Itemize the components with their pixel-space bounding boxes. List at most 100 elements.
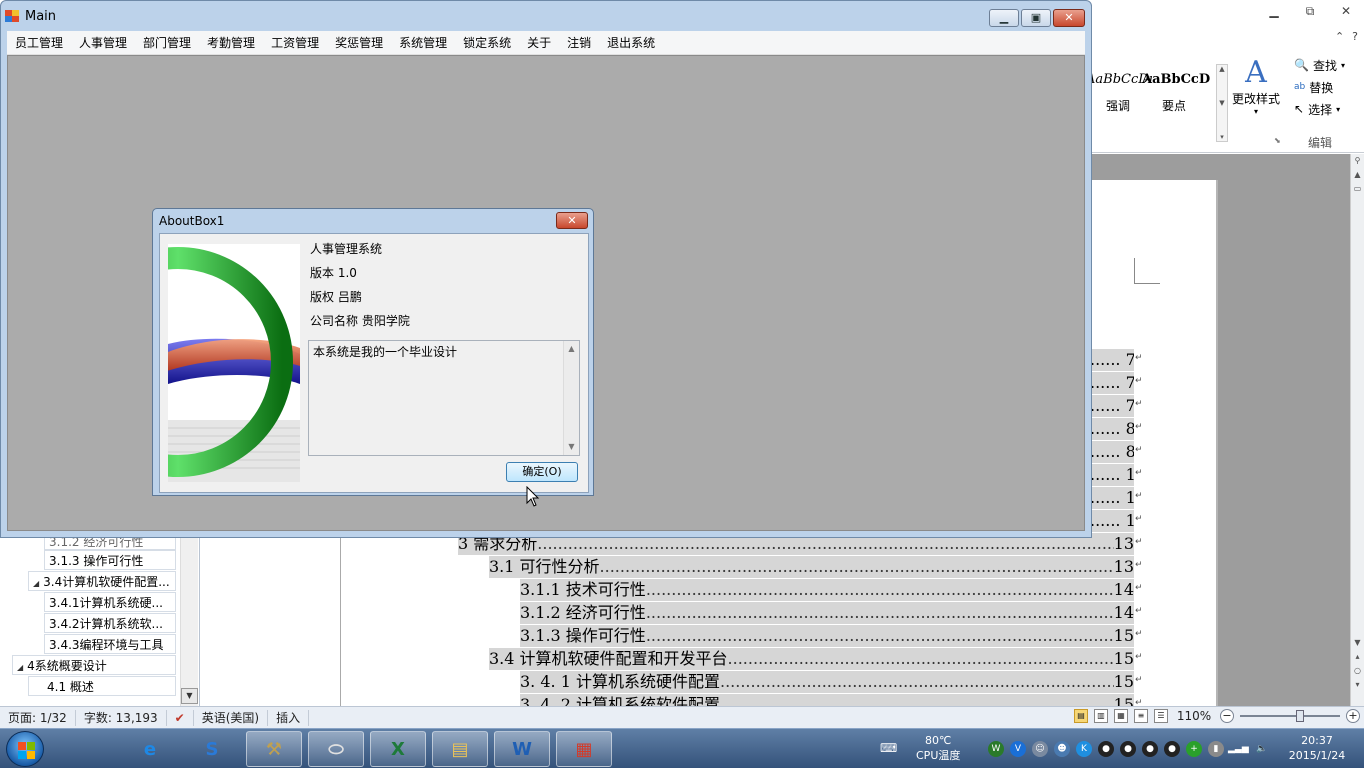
start-button[interactable] bbox=[6, 731, 44, 767]
nav-item[interactable]: 3.4.3编程环境与工具 bbox=[44, 634, 176, 654]
nav-item[interactable]: ◢ 3.4计算机软硬件配置... bbox=[28, 571, 176, 591]
proofing-icon[interactable]: ✔ bbox=[167, 709, 194, 726]
zoom-thumb[interactable] bbox=[1296, 710, 1304, 722]
toc-entry[interactable]: 3.4 计算机软硬件配置和开发平台.......................… bbox=[489, 648, 1134, 670]
toc-entry-partial[interactable]: ...... 8 bbox=[1090, 441, 1134, 463]
scroll-down-icon[interactable]: ▼ bbox=[564, 439, 579, 455]
vertical-scrollbar[interactable]: ⚲ ▲ ▭ ▼ ▴ ○ ▾ bbox=[1350, 154, 1364, 706]
close-button[interactable]: ✕ bbox=[556, 212, 588, 229]
toc-entry-partial[interactable]: ...... 7 bbox=[1090, 395, 1134, 417]
menu-logout[interactable]: 注销 bbox=[559, 31, 599, 55]
qq-icon[interactable]: ● bbox=[1098, 741, 1114, 757]
toc-entry[interactable]: 3. 4. 2 计算机系统软件配置.......................… bbox=[520, 694, 1134, 706]
minimize-button[interactable]: ▁ bbox=[1256, 0, 1292, 22]
description-textbox[interactable]: 本系统是我的一个毕业设计 ▲ ▼ bbox=[308, 340, 580, 456]
nav-scrollbar[interactable]: ▼ bbox=[180, 538, 198, 706]
toc-entry-partial[interactable]: ...... 12 bbox=[1090, 487, 1134, 509]
minimize-button[interactable]: ▁ bbox=[989, 9, 1019, 27]
qq-icon[interactable]: ● bbox=[1120, 741, 1136, 757]
cpu-temperature[interactable]: 80℃ CPU温度 bbox=[916, 733, 960, 763]
print-layout-icon[interactable]: ▤ bbox=[1074, 709, 1088, 723]
collapse-triangle-icon[interactable]: ◢ bbox=[17, 663, 23, 672]
scroll-up-icon[interactable]: ▲ bbox=[1351, 168, 1364, 182]
nav-item[interactable]: 3.4.2计算机系统软... bbox=[44, 613, 176, 633]
scroll-up-icon[interactable]: ▲ bbox=[564, 341, 579, 357]
dialog-launcher-icon[interactable]: ⬊ bbox=[1274, 136, 1281, 145]
about-titlebar[interactable]: AboutBox1 ✕ bbox=[153, 209, 593, 233]
menu-system[interactable]: 系统管理 bbox=[391, 31, 455, 55]
zoom-level[interactable]: 110% bbox=[1174, 709, 1214, 723]
capsule-icon[interactable]: ⬭ bbox=[308, 731, 364, 767]
toc-entry[interactable]: 3.1 可行性分析...............................… bbox=[489, 556, 1134, 578]
main-titlebar[interactable]: Main ▁ ▣ ✕ bbox=[1, 1, 1091, 31]
menu-about[interactable]: 关于 bbox=[519, 31, 559, 55]
toc-entry[interactable]: 3. 4. 1 计算机系统硬件配置.......................… bbox=[520, 671, 1134, 693]
style-strong[interactable]: AaBbCcD 要点 bbox=[1142, 66, 1210, 142]
nav-item[interactable]: 4.1 概述 bbox=[28, 676, 176, 696]
qq-icon[interactable]: ● bbox=[1164, 741, 1180, 757]
toc-entry-partial[interactable]: ...... 12 bbox=[1090, 464, 1134, 486]
ribbon-collapse-icon[interactable]: ⌃ bbox=[1335, 30, 1344, 43]
explorer-icon[interactable]: ▤ bbox=[432, 731, 488, 767]
qq-icon[interactable]: ● bbox=[1142, 741, 1158, 757]
restore-button[interactable]: ⧉ bbox=[1292, 0, 1328, 22]
tools-icon[interactable]: ⚒ bbox=[246, 731, 302, 767]
toc-entry[interactable]: 3.1.2 经济可行性.............................… bbox=[520, 602, 1134, 624]
chevron-up-icon[interactable]: ▲ bbox=[1219, 65, 1224, 73]
clock[interactable]: 20:37 2015/1/24 bbox=[1282, 733, 1352, 763]
draft-icon[interactable]: ☰ bbox=[1154, 709, 1168, 723]
style-emphasis[interactable]: AaBbCcDı 强调 bbox=[1086, 66, 1153, 142]
k-icon[interactable]: K bbox=[1076, 741, 1092, 757]
close-button[interactable]: ✕ bbox=[1328, 0, 1364, 22]
nav-item[interactable]: 3.1.3 操作可行性 bbox=[44, 550, 176, 570]
security-icon[interactable]: + bbox=[1186, 741, 1202, 757]
ie-icon[interactable]: e bbox=[122, 731, 178, 767]
toc-entry[interactable]: 3.1.3 操作可行性.............................… bbox=[520, 625, 1134, 647]
menu-personnel[interactable]: 人事管理 bbox=[71, 31, 135, 55]
app-icon[interactable]: ▦ bbox=[556, 731, 612, 767]
nav-item[interactable]: ◢ 4系统概要设计 bbox=[12, 655, 176, 675]
volume-icon[interactable]: 🔈 bbox=[1254, 741, 1270, 757]
scroll-down-icon[interactable]: ▼ bbox=[181, 688, 198, 704]
users-icon[interactable]: ☺ bbox=[1032, 741, 1048, 757]
change-styles-button[interactable]: A 更改样式 ▾ bbox=[1230, 56, 1282, 117]
menu-attendance[interactable]: 考勤管理 bbox=[199, 31, 263, 55]
find-button[interactable]: 🔍 查找 ▾ bbox=[1294, 54, 1360, 76]
page-count[interactable]: 页面: 1/32 bbox=[0, 709, 76, 726]
description-scrollbar[interactable]: ▲ ▼ bbox=[563, 341, 579, 455]
browse-object-icon[interactable]: ○ bbox=[1351, 664, 1364, 678]
insert-mode[interactable]: 插入 bbox=[268, 709, 310, 726]
nav-item[interactable]: 3.4.1计算机系统硬... bbox=[44, 592, 176, 612]
menu-exit[interactable]: 退出系统 bbox=[599, 31, 663, 55]
menu-lock[interactable]: 锁定系统 bbox=[455, 31, 519, 55]
zoom-out-icon[interactable]: − bbox=[1220, 709, 1234, 723]
scroll-thumb[interactable]: ▭ bbox=[1351, 182, 1364, 196]
menu-salary[interactable]: 工资管理 bbox=[263, 31, 327, 55]
scroll-down-icon[interactable]: ▼ bbox=[1351, 636, 1364, 650]
language[interactable]: 英语(美国) bbox=[194, 709, 269, 726]
device-icon[interactable]: ▮ bbox=[1208, 741, 1224, 757]
web-layout-icon[interactable]: ▦ bbox=[1114, 709, 1128, 723]
outline-icon[interactable]: ≡ bbox=[1134, 709, 1148, 723]
signal-icon[interactable]: ▂▃▅ bbox=[1228, 741, 1249, 757]
select-button[interactable]: ↖ 选择 ▾ bbox=[1294, 98, 1360, 120]
sogou-icon[interactable]: S bbox=[184, 731, 240, 767]
replace-button[interactable]: ab 替换 bbox=[1294, 76, 1360, 98]
ok-button[interactable]: 确定(O) bbox=[506, 462, 578, 482]
prev-page-icon[interactable]: ▴ bbox=[1351, 650, 1364, 664]
maximize-button[interactable]: ▣ bbox=[1021, 9, 1051, 27]
menu-department[interactable]: 部门管理 bbox=[135, 31, 199, 55]
toc-entry-partial[interactable]: ...... 7 bbox=[1090, 372, 1134, 394]
more-icon[interactable]: ▾ bbox=[1220, 133, 1224, 141]
network-user-icon[interactable]: ☻ bbox=[1054, 741, 1070, 757]
zoom-in-icon[interactable]: + bbox=[1346, 709, 1360, 723]
zoom-slider[interactable] bbox=[1240, 709, 1340, 723]
next-page-icon[interactable]: ▾ bbox=[1351, 678, 1364, 692]
help-icon[interactable]: ? bbox=[1352, 30, 1358, 43]
reading-layout-icon[interactable]: ▥ bbox=[1094, 709, 1108, 723]
close-button[interactable]: ✕ bbox=[1053, 9, 1085, 27]
toc-entry-partial[interactable]: ...... 8 bbox=[1090, 418, 1134, 440]
collapse-triangle-icon[interactable]: ◢ bbox=[33, 579, 39, 588]
menu-reward[interactable]: 奖惩管理 bbox=[327, 31, 391, 55]
monitor-icon[interactable]: W bbox=[988, 741, 1004, 757]
